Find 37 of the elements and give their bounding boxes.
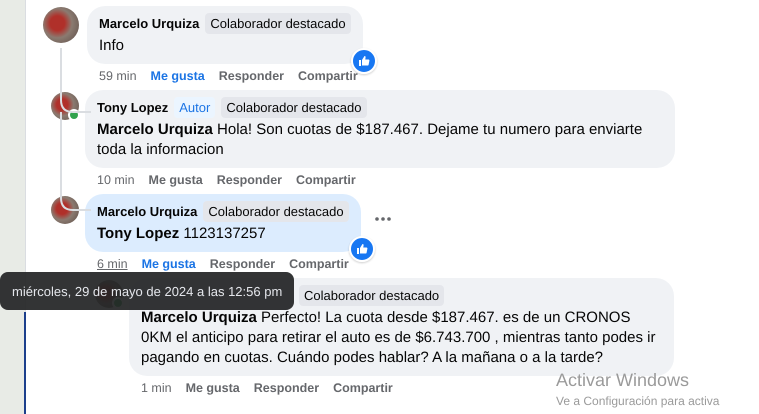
comment-text: Tony Lopez 1123137257: [97, 224, 267, 244]
activation-notice-subtitle: Ve a Configuración para activa: [556, 394, 720, 409]
like-reaction-icon[interactable]: [348, 236, 375, 262]
top-contributor-badge: Colaborador destacado: [205, 13, 351, 34]
top-contributor-badge: Colaborador destacado: [221, 97, 366, 118]
more-options-icon[interactable]: [374, 217, 391, 221]
thumbs-up-icon: [358, 55, 370, 67]
top-contributor-badge: Colaborador destacado: [299, 285, 444, 306]
like-link[interactable]: Me gusta: [148, 173, 203, 187]
reply-link[interactable]: Responder: [218, 69, 284, 83]
top-contributor-badge: Colaborador destacado: [203, 201, 349, 222]
comment-text: Info: [99, 36, 126, 56]
author-name[interactable]: Tony Lopez: [97, 100, 168, 115]
share-link[interactable]: Compartir: [296, 173, 356, 187]
avatar[interactable]: [51, 196, 79, 224]
date-tooltip: miércoles, 29 de mayo de 2024 a las 12:56 pm: [0, 272, 294, 310]
reply-link[interactable]: Responder: [210, 257, 276, 271]
like-link[interactable]: Me gusta: [142, 257, 196, 271]
avatar[interactable]: [43, 7, 79, 43]
comment-text: Marcelo Urquiza Hola! Son cuotas de $187.467. Dejame tu numero para enviarte toda la informacion: [97, 120, 644, 160]
author-name[interactable]: Marcelo Urquiza: [99, 16, 200, 31]
reply-link[interactable]: Responder: [216, 173, 282, 187]
reply-link[interactable]: Responder: [254, 381, 320, 395]
share-link[interactable]: Compartir: [298, 69, 358, 83]
comment-time[interactable]: 1 min: [141, 381, 172, 395]
thumbs-up-icon: [356, 243, 368, 255]
share-link[interactable]: Compartir: [333, 381, 393, 395]
author-name[interactable]: Marcelo Urquiza: [97, 204, 198, 219]
comment-time[interactable]: 59 min: [99, 69, 137, 83]
share-link[interactable]: Compartir: [289, 257, 349, 271]
comment-time[interactable]: 10 min: [97, 173, 135, 187]
comment-time[interactable]: 6 min: [97, 257, 128, 271]
activation-notice-title: Activar Windows: [556, 369, 690, 392]
author-badge: Autor: [174, 97, 216, 118]
comment-text: Marcelo Urquiza Perfecto! La cuota desde $187.467. es de un CRONOS 0KM el anticipo para retirar el auto es de $6.743.700 , mientras tanto podes ir pagando en cuotas. Cuándo podes hablar? A la mañana o a la tarde?: [141, 308, 656, 368]
like-link[interactable]: Me gusta: [186, 381, 240, 395]
like-link[interactable]: Me gusta: [150, 69, 205, 83]
